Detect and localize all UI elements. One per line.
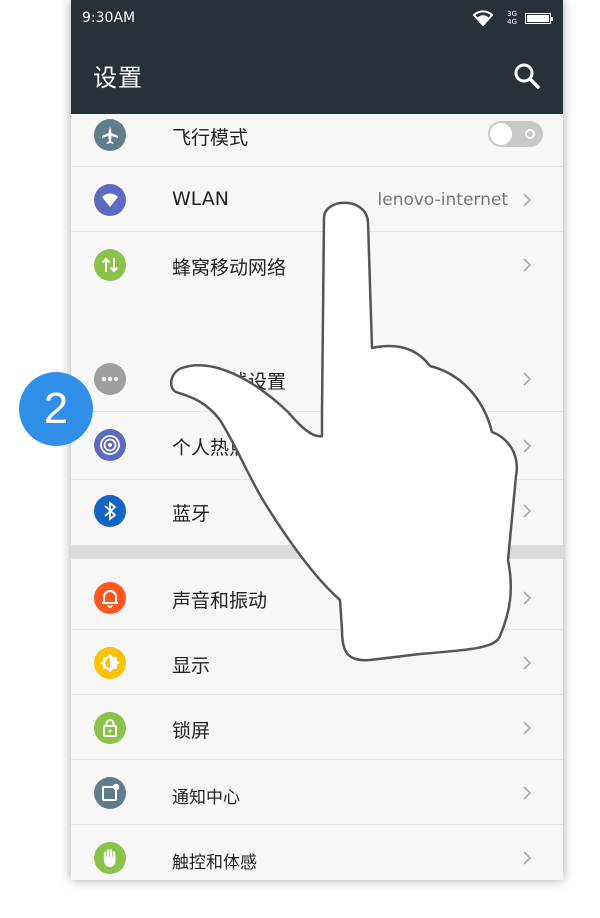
chevron-right-icon xyxy=(523,851,532,865)
chevron-right-icon xyxy=(523,372,532,386)
chevron-right-icon xyxy=(523,656,532,670)
setting-row-more-wireless[interactable]: 更多无线设置 xyxy=(71,347,563,412)
status-bar: 9:30AM 3G 4G xyxy=(71,0,563,38)
setting-row-bluetooth[interactable]: 蓝牙 xyxy=(71,480,563,545)
search-icon[interactable] xyxy=(513,62,541,90)
setting-row-hotspot[interactable]: 个人热点 xyxy=(71,412,563,480)
setting-label: WLAN xyxy=(172,188,230,210)
bluetooth-icon xyxy=(94,495,126,527)
setting-label: 个人热点 xyxy=(172,437,249,459)
app-toolbar: 设置 xyxy=(71,38,563,114)
chevron-right-icon xyxy=(523,504,532,518)
brightness-icon xyxy=(94,647,126,679)
setting-row-notification-center[interactable]: 通知中心 xyxy=(71,760,563,825)
setting-label: 更多无线设置 xyxy=(172,371,287,393)
setting-label: 飞行模式 xyxy=(172,127,249,149)
setting-row-touch-gesture[interactable]: 触控和体感 xyxy=(71,825,563,880)
setting-label: 通知中心 xyxy=(172,788,240,808)
chevron-right-icon xyxy=(523,721,532,735)
wlan-network-name: lenovo-internet xyxy=(377,190,508,210)
network-3g-label: 3G xyxy=(507,10,517,18)
wifi-icon xyxy=(94,184,126,216)
setting-row-airplane-mode[interactable]: 飞行模式 xyxy=(71,114,563,167)
step-number-badge: 2 xyxy=(19,372,93,446)
chevron-right-icon xyxy=(523,193,532,207)
airplane-mode-toggle[interactable] xyxy=(488,121,543,147)
lock-icon xyxy=(94,712,126,744)
chevron-right-icon xyxy=(523,591,532,605)
wifi-signal-icon xyxy=(473,10,493,26)
setting-row-sound[interactable]: 声音和振动 xyxy=(71,559,563,630)
airplane-icon xyxy=(94,119,126,151)
status-time: 9:30AM xyxy=(82,10,136,26)
touch-icon xyxy=(94,842,126,874)
setting-row-lock-screen[interactable]: 锁屏 xyxy=(71,695,563,760)
setting-label: 蓝牙 xyxy=(172,503,211,525)
setting-label: 锁屏 xyxy=(172,720,211,742)
bell-icon xyxy=(94,582,126,614)
hotspot-icon xyxy=(94,429,126,461)
chevron-right-icon xyxy=(523,439,532,453)
battery-icon xyxy=(525,13,553,24)
page-title: 设置 xyxy=(93,64,143,92)
setting-label: 声音和振动 xyxy=(172,590,268,612)
setting-label: 显示 xyxy=(172,655,211,677)
mobile-data-icon xyxy=(94,249,126,281)
setting-row-display[interactable]: 显示 xyxy=(71,630,563,695)
status-icons: 3G 4G xyxy=(451,9,553,29)
more-icon xyxy=(94,363,126,395)
section-divider xyxy=(71,545,563,559)
chevron-right-icon xyxy=(523,258,532,272)
phone-screen: 9:30AM 3G 4G 设置 飞行模式 WLAN lenovo-interne… xyxy=(71,0,563,880)
setting-label: 触控和体感 xyxy=(172,853,257,873)
chevron-right-icon xyxy=(523,786,532,800)
setting-row-wlan[interactable]: WLAN lenovo-internet xyxy=(71,167,563,232)
network-type-icon: 3G 4G xyxy=(507,10,517,26)
setting-label: 蜂窝移动网络 xyxy=(172,257,287,279)
network-4g-label: 4G xyxy=(507,18,517,26)
notification-icon xyxy=(94,777,126,809)
